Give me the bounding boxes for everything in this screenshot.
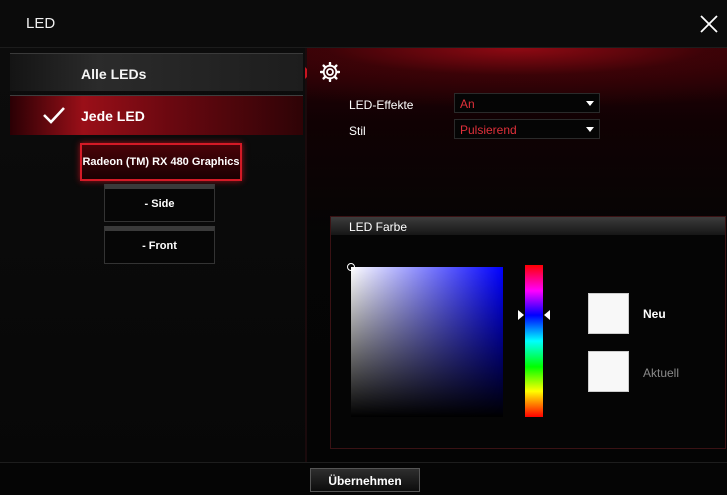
led-color-title: LED Farbe — [349, 220, 408, 234]
device-button[interactable]: Radeon (TM) RX 480 Graphics — [80, 143, 242, 181]
apply-button[interactable]: Übernehmen — [310, 468, 420, 492]
new-color-swatch — [588, 293, 629, 334]
led-color-panel: LED Farbe Neu Aktuell — [330, 216, 726, 449]
window-title: LED — [26, 15, 56, 32]
zone-front-button[interactable]: - Front — [104, 226, 215, 264]
chevron-down-icon — [586, 127, 594, 132]
title-bar: LED — [0, 0, 727, 48]
new-color-label: Neu — [643, 307, 666, 321]
gear-icon — [320, 62, 340, 82]
checkmark-icon — [43, 107, 65, 124]
style-label: Stil — [349, 124, 366, 138]
hue-pointer-right-icon[interactable] — [544, 310, 550, 320]
saturation-value-picker[interactable] — [351, 267, 503, 417]
style-value: Pulsierend — [460, 123, 517, 137]
saturation-handle[interactable] — [347, 263, 355, 271]
hue-pointer-left-icon[interactable] — [518, 310, 524, 320]
hue-slider[interactable] — [525, 265, 543, 417]
style-dropdown[interactable]: Pulsierend — [454, 119, 600, 139]
tab-all-leds[interactable]: Alle LEDs — [10, 53, 303, 91]
settings-panel: LED-Effekte An Stil Pulsierend LED Farbe… — [307, 48, 727, 462]
zone-front-label: - Front — [142, 240, 177, 252]
close-icon[interactable] — [697, 12, 721, 36]
main-area: Alle LEDs Jede LED Radeon (TM) RX 480 Gr… — [0, 48, 727, 462]
zone-side-button[interactable]: - Side — [104, 184, 215, 222]
footer-bar: Übernehmen — [0, 462, 727, 495]
effects-dropdown[interactable]: An — [454, 93, 600, 113]
current-color-swatch — [588, 351, 629, 392]
current-color-label: Aktuell — [643, 366, 680, 380]
chevron-down-icon — [586, 101, 594, 106]
zone-side-label: - Side — [144, 198, 175, 210]
tab-each-led-label: Jede LED — [81, 108, 145, 124]
apply-button-label: Übernehmen — [328, 474, 402, 488]
effects-label: LED-Effekte — [349, 98, 414, 112]
led-sidebar: Alle LEDs Jede LED Radeon (TM) RX 480 Gr… — [0, 48, 305, 462]
device-button-label: Radeon (TM) RX 480 Graphics — [82, 156, 240, 168]
tab-each-led[interactable]: Jede LED — [10, 95, 303, 135]
effects-value: An — [460, 97, 475, 111]
led-color-header: LED Farbe — [331, 217, 725, 235]
tab-all-leds-label: Alle LEDs — [81, 66, 147, 82]
